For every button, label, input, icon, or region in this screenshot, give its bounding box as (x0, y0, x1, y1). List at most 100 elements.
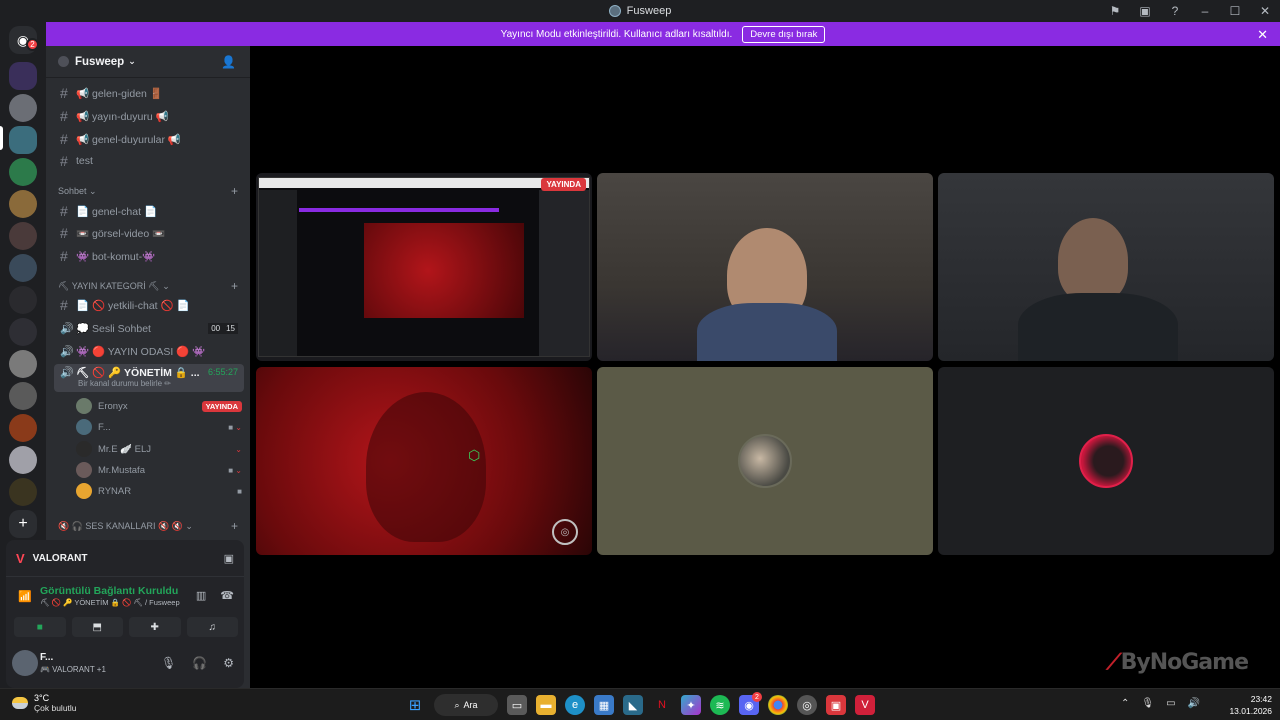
network-icon[interactable]: ▭ (1166, 698, 1175, 709)
app-icon[interactable]: ◣ (623, 695, 643, 715)
channel-bot-komut[interactable]: # 👾 bot-komut-👾 (54, 246, 244, 266)
activities-button[interactable]: ✚ (129, 617, 181, 637)
inbox-icon[interactable]: ▣ (1130, 0, 1160, 22)
server-header[interactable]: Fusweep ⌄ 👤 (46, 46, 250, 78)
avatar-tile[interactable] (938, 367, 1274, 555)
screen-share-tile[interactable]: YAYINDA (256, 173, 592, 361)
channel-test[interactable]: # test (54, 151, 244, 171)
noise-suppression-icon[interactable]: ▥ (196, 589, 206, 602)
username[interactable]: F... (40, 652, 53, 663)
activity-panel[interactable]: V VALORANT ▣ (6, 540, 244, 576)
category-sohbet[interactable]: Sohbet ⌄ (58, 186, 97, 197)
connection-status[interactable]: Görüntülü Bağlantı Kuruldu (40, 585, 178, 597)
help-icon[interactable]: ? (1160, 0, 1190, 22)
banner-message: Yayıncı Modu etkinleştirildi. Kullanıcı … (500, 28, 733, 40)
taskbar-search[interactable]: ⌕ Ara (434, 694, 498, 716)
avatar (76, 483, 92, 499)
connected-channel[interactable]: ⛏ 🚫 🔑 YÖNETİM 🔒 🚫 ⛏ / Fusweep (40, 598, 180, 607)
server-icon-2[interactable] (9, 94, 37, 122)
voice-user-name: Mr.E 🪽 ELJ (98, 443, 152, 455)
copilot-icon[interactable]: ✦ (681, 695, 701, 715)
chrome-icon[interactable] (768, 695, 788, 715)
channel-label: 👾 🔴 YAYIN ODASI 🔴 👾 (76, 345, 206, 358)
channel-genel-chat[interactable]: # 📄 genel-chat 📄 (54, 201, 244, 221)
discord-taskbar-icon[interactable]: ◉ 2 (739, 692, 762, 715)
add-channel-icon[interactable]: + (231, 184, 238, 198)
server-icon-10[interactable] (9, 350, 37, 378)
server-icon-3[interactable] (9, 126, 37, 154)
channel-label: ⛏ 🚫 🔑 YÖNETİM 🔒 ... (76, 367, 200, 379)
valorant-taskbar-icon[interactable]: V (855, 695, 875, 715)
category-ses-kanallari[interactable]: 🔇 🎧 SES KANALLARI 🔇 🔇 ⌄ (58, 521, 193, 532)
signal-icon[interactable]: 📶 (18, 590, 32, 603)
server-icon-11[interactable] (9, 382, 37, 410)
headphones-icon[interactable]: 🎧 (192, 656, 207, 670)
weather-widget[interactable]: 3°C Çok bulutlu (12, 693, 77, 713)
server-icon-eronyx[interactable] (9, 158, 37, 186)
microphone-icon[interactable]: 🎙 (161, 656, 176, 670)
channel-genel-duyurular[interactable]: # 📢 genel-duyurular 📢 (54, 129, 244, 149)
microphone-icon[interactable]: 🎙 (1141, 698, 1154, 709)
server-icon-7[interactable] (9, 254, 37, 282)
server-icon-9[interactable] (9, 318, 37, 346)
voice-user[interactable]: Mr.Mustafa ■ ⌄ (76, 460, 242, 480)
server-icon-5[interactable] (9, 190, 37, 218)
channel-status[interactable]: Bir kanal durumu belirle ✏ (78, 379, 171, 388)
voice-user[interactable]: F... ■ ⌄ (76, 417, 242, 437)
task-view-icon[interactable]: ▭ (507, 695, 527, 715)
app-icon[interactable]: ▣ (826, 695, 846, 715)
add-server-icon[interactable]: + (9, 510, 37, 538)
avatar-tile[interactable] (597, 367, 933, 555)
close-window-button[interactable]: ✕ (1250, 0, 1280, 22)
camera-tile[interactable] (597, 173, 933, 361)
channel-label: 📼 görsel-video 📼 (76, 227, 166, 240)
server-icon-fusweep[interactable] (9, 62, 37, 90)
maximize-button[interactable]: ☐ (1220, 0, 1250, 22)
netflix-icon[interactable]: N (652, 695, 672, 715)
server-icon-6[interactable] (9, 222, 37, 250)
store-icon[interactable]: ▦ (594, 695, 614, 715)
clock[interactable]: 23:42 13.01.2026 (1229, 693, 1272, 717)
close-icon[interactable]: ✕ (1257, 27, 1268, 43)
server-icon-14[interactable] (9, 478, 37, 506)
volume-icon[interactable]: 🔊 (1188, 698, 1200, 709)
spotify-icon[interactable]: ≋ (710, 695, 730, 715)
category-yayin[interactable]: ⛏ YAYIN KATEGORİ ⛏ ⌄ (58, 281, 170, 292)
game-overlay-icon[interactable]: ▣ (224, 552, 234, 565)
camera-tile[interactable]: ⬡ ◎ (256, 367, 592, 555)
server-icon-12[interactable] (9, 414, 37, 442)
hash-icon: # (60, 108, 68, 124)
add-channel-icon[interactable]: + (231, 279, 238, 293)
server-icon-8[interactable] (9, 286, 37, 314)
voice-user[interactable]: Eronyx YAYINDA (76, 396, 242, 416)
chevron-up-icon[interactable]: ⌃ (1121, 698, 1129, 709)
channel-gorsel-video[interactable]: # 📼 görsel-video 📼 (54, 223, 244, 243)
channel-gelen-giden[interactable]: # 📢 gelen-giden 🚪 (54, 83, 244, 103)
screen-share-button[interactable]: ⬒ (71, 617, 123, 637)
category-label: ⛏ YAYIN KATEGORİ ⛏ (58, 281, 160, 291)
invite-user-icon[interactable]: 👤 (221, 55, 236, 69)
date: 13.01.2026 (1229, 706, 1272, 716)
disconnect-icon[interactable]: ☎ (220, 589, 234, 602)
voice-channel-yonetim[interactable]: 🔊 ⛏ 🚫 🔑 YÖNETİM 🔒 ... 6:55:27 Bir kanal … (54, 364, 244, 392)
camera-tile[interactable] (938, 173, 1274, 361)
voice-user[interactable]: RYNAR ■ (76, 481, 242, 501)
add-channel-icon[interactable]: + (231, 519, 238, 533)
windows-start-icon[interactable]: ⊞ (405, 695, 425, 715)
camera-button[interactable]: ■ (14, 617, 66, 637)
minimize-button[interactable]: – (1190, 0, 1220, 22)
voice-channel-yayin-odasi[interactable]: 🔊 👾 🔴 YAYIN ODASI 🔴 👾 (54, 341, 244, 361)
file-explorer-icon[interactable]: ▬ (536, 695, 556, 715)
server-icon-13[interactable] (9, 446, 37, 474)
edge-icon[interactable]: e (565, 695, 585, 715)
gear-icon[interactable]: ⚙ (223, 656, 234, 670)
avatar[interactable] (12, 650, 38, 676)
disable-streamer-mode-button[interactable]: Devre dışı bırak (742, 25, 826, 43)
channel-yetkili-chat[interactable]: # 📄 🚫 yetkili-chat 🚫 📄 (54, 295, 244, 315)
soundboard-button[interactable]: ♫ (186, 617, 238, 637)
flag-icon[interactable]: ⚑ (1100, 0, 1130, 22)
voice-channel-sesli-sohbet[interactable]: 🔊 💭 Sesli Sohbet 00 15 (54, 318, 244, 338)
obs-icon[interactable]: ◎ (797, 695, 817, 715)
channel-yayin-duyuru[interactable]: # 📢 yayın-duyuru 📢 (54, 106, 244, 126)
voice-user[interactable]: Mr.E 🪽 ELJ ⌄ (76, 439, 242, 459)
